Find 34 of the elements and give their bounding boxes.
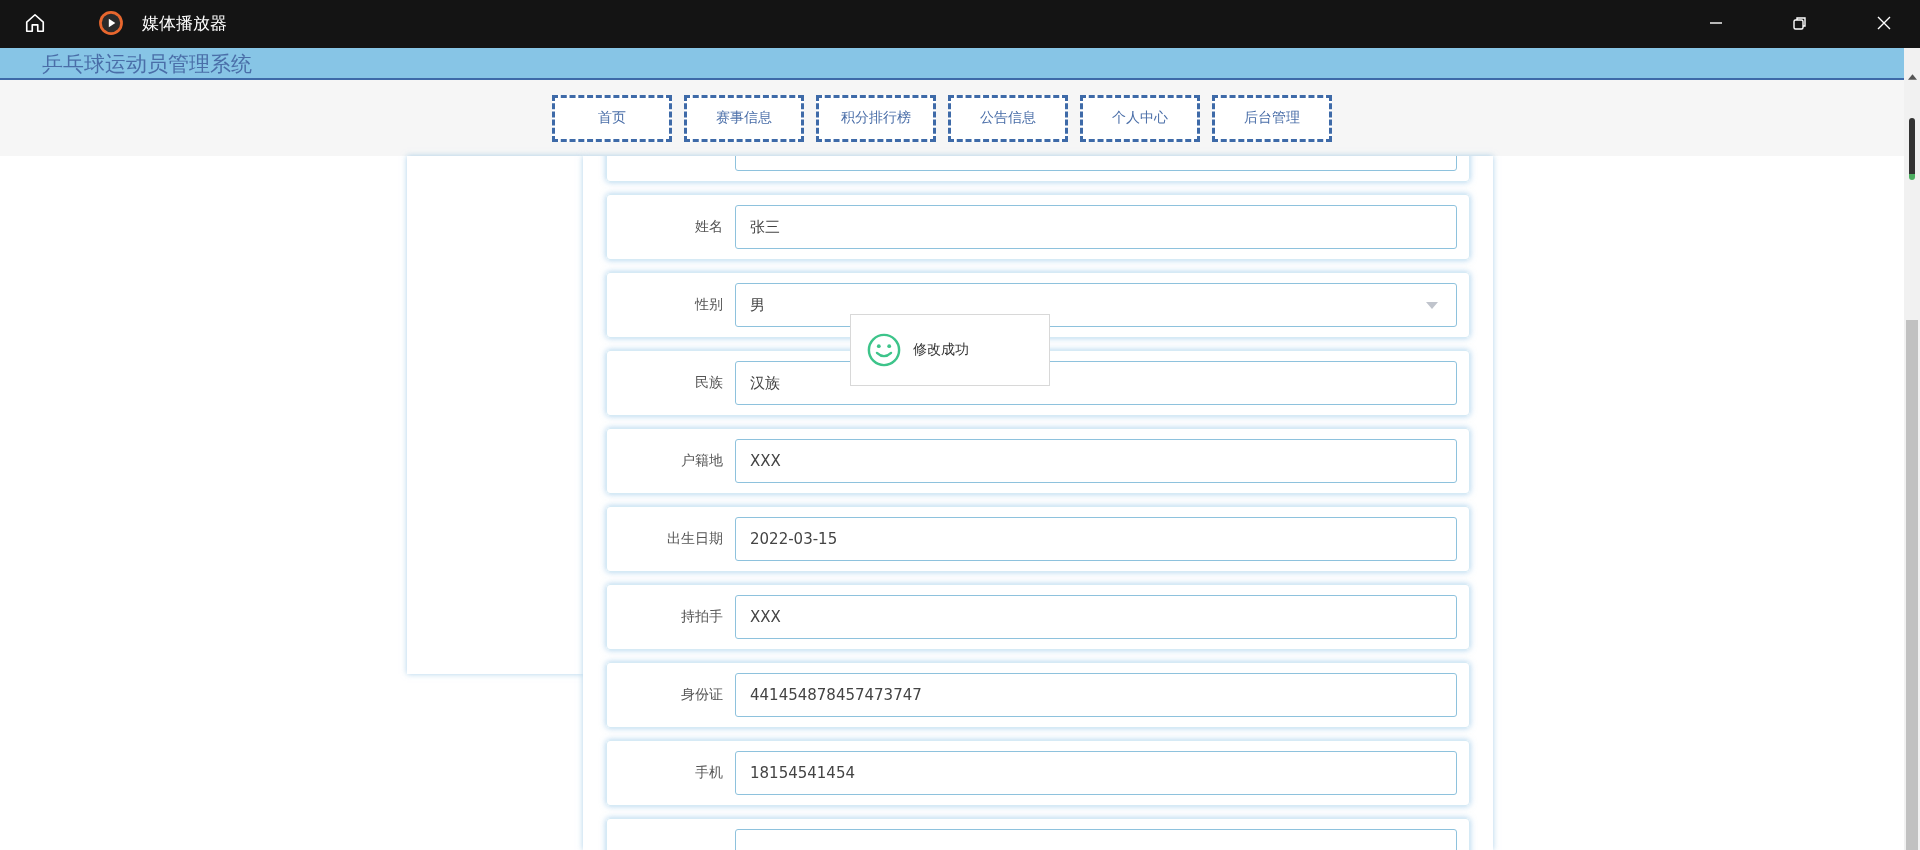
nav-tab[interactable]: 赛事信息 <box>684 94 804 142</box>
input-field[interactable]: 张三 <box>735 205 1457 249</box>
field-label: 户籍地 <box>680 452 723 470</box>
nav-tab[interactable]: 积分排行榜 <box>816 94 936 142</box>
input-field[interactable]: 18154541454 <box>735 751 1457 795</box>
input-field[interactable]: 2022-03-15 <box>735 517 1457 561</box>
close-icon[interactable] <box>1876 15 1892 31</box>
input-field[interactable]: 441454878457473747 <box>735 673 1457 717</box>
scrollbar[interactable] <box>1904 48 1920 850</box>
scroll-thumb[interactable] <box>1909 118 1915 180</box>
toast-message: 修改成功 <box>913 341 969 359</box>
caret-icon <box>1426 301 1438 309</box>
window-title: 媒体播放器 <box>142 12 227 35</box>
nav-tab[interactable]: 后台管理 <box>1212 94 1332 142</box>
input-field[interactable]: XXX <box>735 439 1457 483</box>
field-value: 男 <box>750 295 765 315</box>
field-label: 持拍手 <box>680 608 723 626</box>
input-field[interactable]: XXX <box>735 595 1457 639</box>
nav-tab[interactable]: 公告信息 <box>948 94 1068 142</box>
field-label: 姓名 <box>694 218 723 236</box>
nav-tab[interactable]: 首页 <box>552 94 672 142</box>
nav-tab[interactable]: 个人中心 <box>1080 94 1200 142</box>
restore-icon[interactable] <box>1792 15 1808 31</box>
field-label: 身份证 <box>680 686 723 704</box>
site-title: 乒乓球运动员管理系统 <box>42 51 252 78</box>
field-label: 手机 <box>694 764 723 782</box>
field-label: 出生日期 <box>666 530 723 548</box>
field-label: 民族 <box>694 374 723 392</box>
play-logo-icon <box>98 10 124 36</box>
smiley-icon <box>867 333 901 367</box>
field-label: 性别 <box>693 296 723 314</box>
scroll-thumb[interactable] <box>1906 320 1918 850</box>
scroll-up-icon[interactable] <box>1907 74 1917 80</box>
home-icon[interactable] <box>24 12 46 34</box>
